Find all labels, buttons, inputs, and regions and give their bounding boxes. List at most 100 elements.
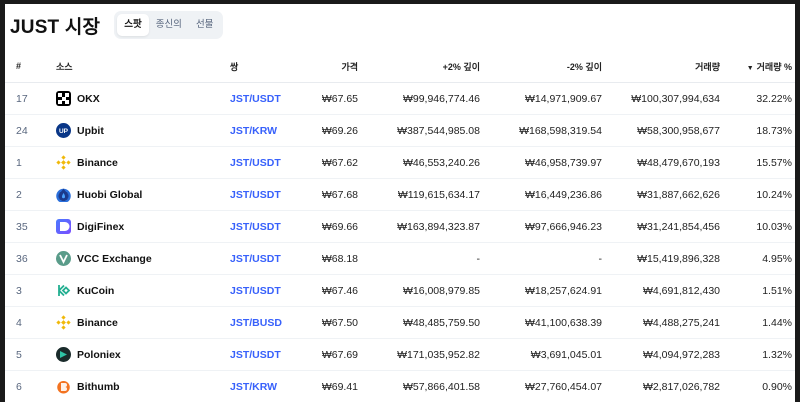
exchange-name: Upbit <box>77 124 104 137</box>
column-header-plus-depth[interactable]: +2% 깊이 <box>358 50 480 83</box>
exchange-name: Poloniex <box>77 348 121 361</box>
column-header-volume-percent[interactable]: ▼ 거래량 % <box>720 50 795 83</box>
exchange-name: Bithumb <box>77 380 120 393</box>
minus-depth-cell: ₩16,449,236.86 <box>480 178 602 211</box>
row-rank: 35 <box>5 210 56 243</box>
pair-cell: JST/USDT <box>230 274 298 307</box>
exchange-link[interactable]: DigiFinex <box>56 219 230 234</box>
volume-percent-cell: 0.90% <box>720 370 795 402</box>
row-rank: 5 <box>5 338 56 371</box>
volume-cell: ₩48,479,670,193 <box>602 146 720 179</box>
binance-logo-icon <box>56 315 71 330</box>
column-header-minus-depth[interactable]: -2% 깊이 <box>480 50 602 83</box>
markets-table-body: 17 OKX JST/USDT ₩67.65 ₩99,946,774.46 ₩14,971… <box>5 82 795 402</box>
pair-link[interactable]: JST/KRW <box>230 125 277 137</box>
markets-panel: JUST 시장 스팟 종신의 선물 # 소스 쌍 가격 +2% 깊이 -2% 깊… <box>5 4 795 402</box>
row-rank: 2 <box>5 178 56 211</box>
volume-cell: ₩4,691,812,430 <box>602 274 720 307</box>
exchange-cell: Bithumb <box>56 370 230 402</box>
pair-link[interactable]: JST/USDT <box>230 157 281 169</box>
table-row[interactable]: 2 Huobi Global JST/USDT ₩67.68 ₩119,615,634.… <box>5 178 795 211</box>
table-row[interactable]: 3 KuCoin JST/USDT ₩67.46 ₩16,008,979.85 ₩18,2… <box>5 274 795 307</box>
price-cell: ₩67.62 <box>298 146 358 179</box>
pair-link[interactable]: JST/BUSD <box>230 317 282 329</box>
pair-cell: JST/USDT <box>230 210 298 243</box>
okx-logo-icon <box>56 91 71 106</box>
exchange-link[interactable]: VCC Exchange <box>56 251 230 266</box>
exchange-link[interactable]: KuCoin <box>56 283 230 298</box>
price-cell: ₩67.46 <box>298 274 358 307</box>
volume-percent-cell: 18.73% <box>720 114 795 147</box>
volume-percent-cell: 1.44% <box>720 306 795 339</box>
exchange-cell: DigiFinex <box>56 210 230 243</box>
table-row[interactable]: 4 Binance JST/BUSD ₩67.50 ₩48,485,759.50 ₩41,… <box>5 306 795 339</box>
pair-cell: JST/USDT <box>230 82 298 115</box>
pair-link[interactable]: JST/USDT <box>230 253 281 265</box>
column-header-price[interactable]: 가격 <box>298 50 358 83</box>
row-rank: 6 <box>5 370 56 402</box>
exchange-link[interactable]: Binance <box>56 155 230 170</box>
sort-desc-icon: ▼ <box>746 64 754 72</box>
price-cell: ₩67.69 <box>298 338 358 371</box>
vcc-logo-icon <box>56 251 71 266</box>
volume-percent-cell: 10.03% <box>720 210 795 243</box>
price-cell: ₩68.18 <box>298 242 358 275</box>
column-header-rank[interactable]: # <box>5 50 56 83</box>
table-row[interactable]: 36 VCC Exchange JST/USDT ₩68.18- - ₩15,419,89… <box>5 242 795 275</box>
exchange-link[interactable]: OKX <box>56 91 230 106</box>
exchange-cell: Binance <box>56 306 230 339</box>
tab-perpetual[interactable]: 종신의 <box>149 14 189 36</box>
markets-table: # 소스 쌍 가격 +2% 깊이 -2% 깊이 거래량 ▼ 거래량 % 17 OKX… <box>5 50 795 402</box>
plus-depth-cell: ₩16,008,979.85 <box>358 274 480 307</box>
exchange-cell: Huobi Global <box>56 178 230 211</box>
kucoin-logo-icon <box>56 283 71 298</box>
plus-depth-cell: ₩387,544,985.08 <box>358 114 480 147</box>
poloniex-logo-icon <box>56 347 71 362</box>
pair-link[interactable]: JST/USDT <box>230 189 281 201</box>
page-title: JUST 시장 <box>10 16 101 38</box>
row-rank: 36 <box>5 242 56 275</box>
table-row[interactable]: 6 Bithumb JST/KRW ₩69.41 ₩57,866,401.58 ₩27,7… <box>5 370 795 402</box>
row-rank: 3 <box>5 274 56 307</box>
column-header-pair[interactable]: 쌍 <box>230 50 298 83</box>
pair-link[interactable]: JST/USDT <box>230 221 281 233</box>
volume-percent-cell: 1.32% <box>720 338 795 371</box>
column-header-volume[interactable]: 거래량 <box>602 50 720 83</box>
pair-link[interactable]: JST/USDT <box>230 285 281 297</box>
exchange-link[interactable]: Binance <box>56 315 230 330</box>
bithumb-logo-icon <box>56 379 71 394</box>
pair-link[interactable]: JST/KRW <box>230 381 277 393</box>
exchange-link[interactable]: Bithumb <box>56 379 230 394</box>
exchange-cell: VCC Exchange <box>56 242 230 275</box>
volume-cell: ₩15,419,896,328 <box>602 242 720 275</box>
volume-cell: ₩4,488,275,241 <box>602 306 720 339</box>
digifinex-logo-icon <box>56 219 71 234</box>
table-row[interactable]: 35 DigiFinex JST/USDT ₩69.66 ₩163,894,323.87… <box>5 210 795 243</box>
table-row[interactable]: 17 OKX JST/USDT ₩67.65 ₩99,946,774.46 ₩14,971… <box>5 82 795 115</box>
price-cell: ₩67.68 <box>298 178 358 211</box>
table-row[interactable]: 5 Poloniex JST/USDT ₩67.69 ₩171,035,952.82 ₩3… <box>5 338 795 371</box>
exchange-link[interactable]: Poloniex <box>56 347 230 362</box>
exchange-name: KuCoin <box>77 284 115 297</box>
table-row[interactable]: 24 UP Upbit JST/KRW ₩69.26 ₩387,544,985.08 ₩16… <box>5 114 795 147</box>
minus-depth-cell: - <box>480 242 602 275</box>
pair-link[interactable]: JST/USDT <box>230 349 281 361</box>
row-rank: 4 <box>5 306 56 339</box>
price-cell: ₩69.41 <box>298 370 358 402</box>
tab-spot[interactable]: 스팟 <box>117 14 149 36</box>
pair-link[interactable]: JST/USDT <box>230 93 281 105</box>
volume-percent-cell: 1.51% <box>720 274 795 307</box>
exchange-link[interactable]: UP Upbit <box>56 123 230 138</box>
exchange-name: VCC Exchange <box>77 252 152 265</box>
exchange-cell: UP Upbit <box>56 114 230 147</box>
exchange-cell: KuCoin <box>56 274 230 307</box>
tab-futures[interactable]: 선물 <box>189 14 220 36</box>
plus-depth-cell: - <box>358 242 480 275</box>
minus-depth-cell: ₩14,971,909.67 <box>480 82 602 115</box>
table-header-row: # 소스 쌍 가격 +2% 깊이 -2% 깊이 거래량 ▼ 거래량 % <box>5 50 795 83</box>
column-header-source[interactable]: 소스 <box>56 50 230 83</box>
plus-depth-cell: ₩163,894,323.87 <box>358 210 480 243</box>
table-row[interactable]: 1 Binance JST/USDT ₩67.62 ₩46,553,240.26 ₩46,… <box>5 146 795 179</box>
exchange-link[interactable]: Huobi Global <box>56 187 230 202</box>
volume-cell: ₩31,887,662,626 <box>602 178 720 211</box>
